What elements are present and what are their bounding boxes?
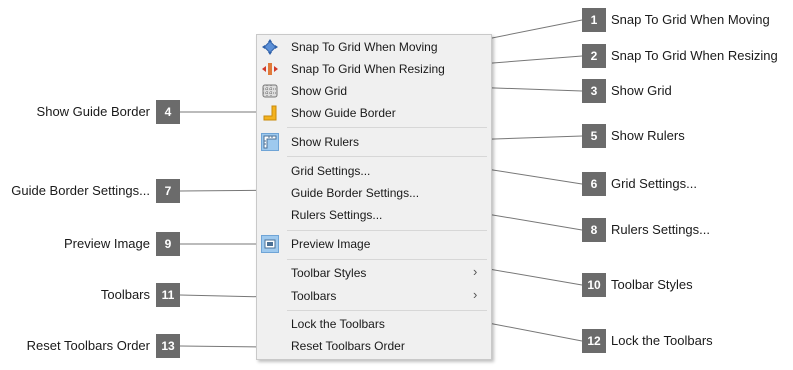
- callout-badge: 9: [156, 232, 180, 256]
- callout-badge: 1: [582, 8, 606, 32]
- menu-item-label: Guide Border Settings...: [291, 186, 420, 200]
- snap-resize-icon: [261, 60, 279, 78]
- menu-item-lock-toolbars[interactable]: Lock the Toolbars: [257, 313, 491, 335]
- callout-label: Show Rulers: [611, 128, 685, 143]
- callout-badge: 6: [582, 172, 606, 196]
- callout-label: Toolbar Styles: [611, 277, 693, 292]
- callout-badge: 12: [582, 329, 606, 353]
- callout-badge: 10: [582, 273, 606, 297]
- callout-label: Snap To Grid When Resizing: [611, 48, 778, 63]
- menu-item-label: Show Grid: [291, 84, 348, 98]
- menu-item-snap-resizing[interactable]: Snap To Grid When Resizing: [257, 58, 491, 80]
- menu-item-label: Preview Image: [291, 237, 371, 251]
- callout-badge: 2: [582, 44, 606, 68]
- menu-separator: [287, 127, 487, 128]
- menu-item-label: Reset Toolbars Order: [291, 339, 405, 353]
- menu-item-label: Toolbar Styles: [291, 266, 367, 280]
- preview-image-icon: [261, 235, 279, 253]
- menu-item-show-grid[interactable]: Show Grid: [257, 80, 491, 102]
- callout-badge: 3: [582, 79, 606, 103]
- menu-separator: [287, 259, 487, 260]
- callout-badge: 11: [156, 283, 180, 307]
- callout-label: Toolbars: [100, 287, 150, 302]
- callout-label: Rulers Settings...: [611, 222, 710, 237]
- menu-item-label: Show Guide Border: [291, 106, 396, 120]
- guide-border-icon: [261, 104, 279, 122]
- callout-label: Guide Border Settings...: [11, 183, 150, 198]
- menu-separator: [287, 310, 487, 311]
- callout-label: Grid Settings...: [611, 176, 697, 191]
- callout-label: Show Grid: [611, 83, 672, 98]
- callout-label: Show Guide Border: [36, 104, 150, 119]
- callout-label: Snap To Grid When Moving: [611, 12, 770, 27]
- snap-move-icon: [261, 38, 279, 56]
- submenu-arrow-icon: ›: [473, 287, 478, 302]
- callout-badge: 5: [582, 124, 606, 148]
- callout-badge: 8: [582, 218, 606, 242]
- menu-item-label: Show Rulers: [291, 135, 360, 149]
- callout-badge: 4: [156, 100, 180, 124]
- grid-icon: [261, 82, 279, 100]
- menu-item-preview-image[interactable]: Preview Image: [257, 233, 491, 255]
- callout-label: Preview Image: [64, 236, 150, 251]
- submenu-arrow-icon: ›: [473, 264, 478, 279]
- callout-badge: 13: [156, 334, 180, 358]
- menu-item-show-rulers[interactable]: Show Rulers: [257, 131, 491, 153]
- ruler-icon: [261, 133, 279, 151]
- menu-item-guide-border-settings[interactable]: Guide Border Settings...: [257, 182, 491, 204]
- menu-item-grid-settings[interactable]: Grid Settings...: [257, 160, 491, 182]
- menu-item-label: Snap To Grid When Moving: [291, 40, 438, 54]
- menu-item-label: Rulers Settings...: [291, 208, 383, 222]
- menu-item-label: Toolbars: [291, 289, 337, 303]
- menu-item-snap-moving[interactable]: Snap To Grid When Moving: [257, 36, 491, 58]
- callout-label: Reset Toolbars Order: [26, 338, 150, 353]
- menu-item-show-guide-border[interactable]: Show Guide Border: [257, 102, 491, 124]
- view-context-menu: Snap To Grid When Moving Snap To Grid Wh…: [256, 34, 492, 360]
- callout-label: Lock the Toolbars: [611, 333, 713, 348]
- menu-item-label: Snap To Grid When Resizing: [291, 62, 445, 76]
- menu-item-label: Grid Settings...: [291, 164, 371, 178]
- menu-separator: [287, 230, 487, 231]
- menu-item-toolbar-styles[interactable]: Toolbar Styles ›: [257, 262, 491, 284]
- menu-item-toolbars[interactable]: Toolbars ›: [257, 285, 491, 307]
- callout-badge: 7: [156, 179, 180, 203]
- menu-separator: [287, 156, 487, 157]
- menu-item-reset-toolbars-order[interactable]: Reset Toolbars Order: [257, 335, 491, 357]
- menu-item-label: Lock the Toolbars: [291, 317, 385, 331]
- menu-item-rulers-settings[interactable]: Rulers Settings...: [257, 204, 491, 226]
